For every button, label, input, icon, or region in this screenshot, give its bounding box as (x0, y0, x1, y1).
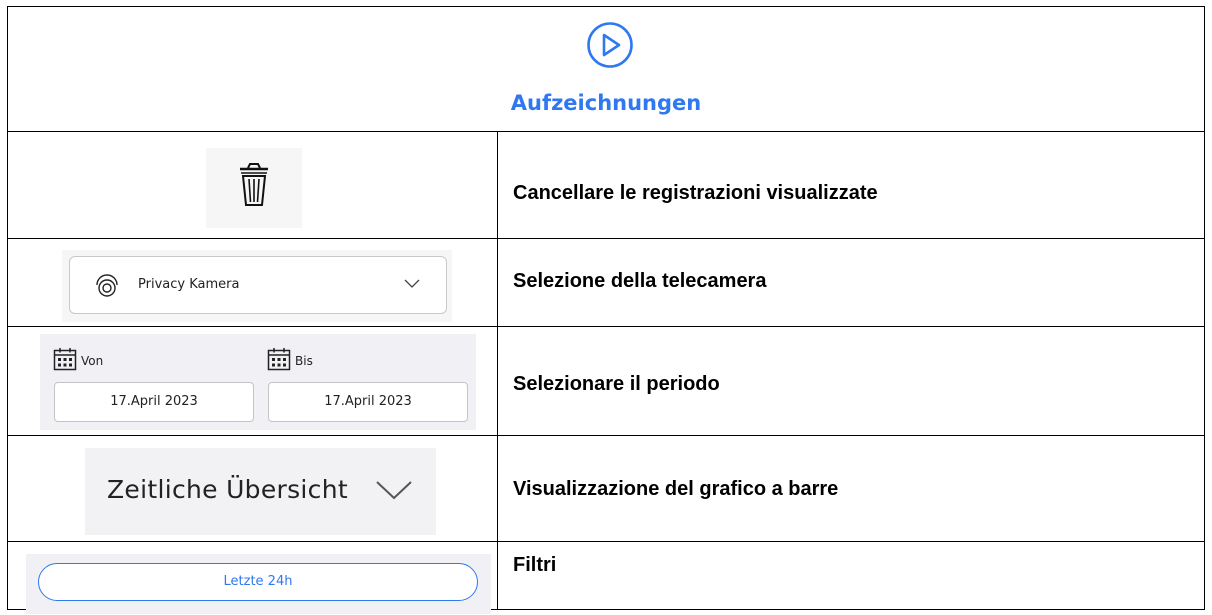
row-divider (8, 541, 1204, 542)
description-delete: Cancellare le registrazioni visualizzate (513, 182, 878, 204)
chevron-down-icon (376, 481, 412, 500)
row-divider (8, 238, 1204, 239)
period-selector: Von 17.April 2023 Bis 17.April 2023 (40, 334, 476, 430)
row-divider (8, 131, 1204, 132)
description-camera: Selezione della telecamera (513, 270, 767, 292)
from-date-field[interactable]: 17.April 2023 (54, 382, 254, 422)
description-filters: Filtri (513, 554, 557, 576)
legend-table: Aufzeichnungen Cancellare le registrazio… (7, 6, 1205, 614)
description-period: Selezionare il periodo (513, 373, 720, 395)
row-divider (8, 435, 1204, 436)
row-divider (8, 326, 1204, 327)
timeline-overview-label: Zeitliche Übersicht (107, 475, 348, 504)
trash-icon (240, 163, 268, 206)
header-title: Aufzeichnungen (510, 91, 702, 115)
chevron-down-icon (404, 279, 420, 288)
calendar-icon[interactable] (53, 347, 77, 371)
play-circle-icon[interactable] (586, 21, 634, 69)
from-label: Von (81, 354, 104, 368)
to-date-field[interactable]: 17.April 2023 (268, 382, 468, 422)
camera-select-value: Privacy Kamera (138, 277, 240, 292)
to-label: Bis (295, 354, 313, 368)
delete-button[interactable] (206, 148, 302, 228)
filter-cell: Letzte 24h (26, 554, 491, 614)
camera-icon (96, 274, 118, 297)
calendar-icon[interactable] (267, 347, 291, 371)
column-divider (497, 131, 498, 609)
camera-select-cell: Privacy Kamera (62, 250, 452, 322)
camera-select[interactable]: Privacy Kamera (69, 256, 447, 314)
header-cell: Aufzeichnungen (8, 7, 1204, 131)
description-bar-chart: Visualizzazione del grafico a barre (513, 478, 839, 500)
timeline-overview-toggle[interactable]: Zeitliche Übersicht (85, 448, 436, 535)
filter-last-24h-button[interactable]: Letzte 24h (38, 563, 478, 601)
